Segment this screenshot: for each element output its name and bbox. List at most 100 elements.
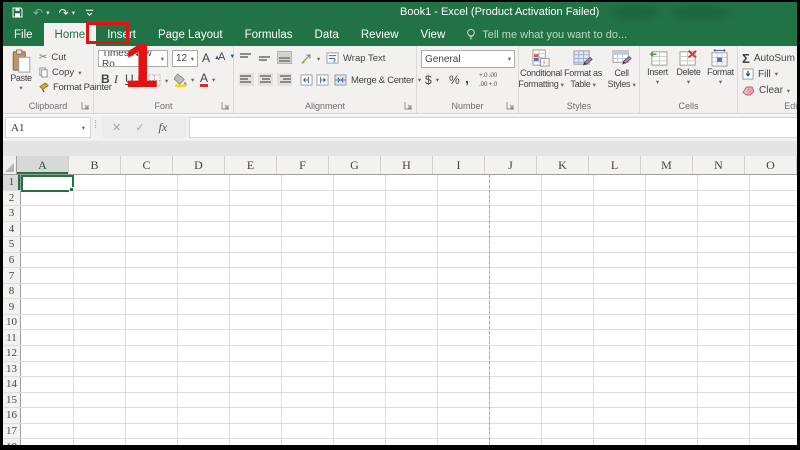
- enter-icon[interactable]: ✓: [135, 121, 144, 134]
- number-dialog-launcher-icon[interactable]: [506, 101, 515, 110]
- row-header-3[interactable]: 3: [3, 206, 21, 221]
- column-header-N[interactable]: N: [693, 156, 745, 174]
- row-header-17[interactable]: 17: [3, 424, 21, 439]
- conditional-formatting-button[interactable]: Conditional Formatting ▾: [520, 49, 562, 91]
- alignment-dialog-launcher-icon[interactable]: [404, 101, 413, 110]
- tab-view[interactable]: View: [410, 23, 457, 46]
- top-align-button[interactable]: [239, 51, 254, 64]
- column-header-O[interactable]: O: [745, 156, 797, 174]
- wrap-text-label: Wrap Text: [343, 53, 385, 64]
- row-header-1[interactable]: 1: [3, 175, 21, 190]
- tab-file[interactable]: File: [3, 23, 44, 46]
- row-header-18[interactable]: 18: [3, 439, 21, 445]
- row-header-5[interactable]: 5: [3, 237, 21, 252]
- row-header-12[interactable]: 12: [3, 346, 21, 361]
- column-header-B[interactable]: B: [69, 156, 121, 174]
- increase-decimal-button[interactable]: +.0 .00: [479, 72, 497, 79]
- row-header-10[interactable]: 10: [3, 315, 21, 330]
- column-header-J[interactable]: J: [485, 156, 537, 174]
- fill-label: Fill: [758, 69, 771, 80]
- orientation-button[interactable]: ▾: [300, 53, 320, 65]
- row-header-9[interactable]: 9: [3, 299, 21, 314]
- tab-formulas[interactable]: Formulas: [234, 23, 304, 46]
- font-dialog-launcher-icon[interactable]: [221, 101, 230, 110]
- insert-function-icon[interactable]: fx: [158, 120, 167, 135]
- copy-button[interactable]: Copy ▾: [39, 67, 81, 78]
- tell-me-box[interactable]: Tell me what you want to do...: [456, 23, 627, 46]
- clipboard-dialog-launcher-icon[interactable]: [81, 101, 90, 110]
- cut-button[interactable]: ✂ Cut: [39, 52, 66, 63]
- font-color-button[interactable]: A ▾: [200, 72, 215, 87]
- align-center-button[interactable]: [258, 73, 273, 86]
- row-header-14[interactable]: 14: [3, 377, 21, 392]
- column-header-I[interactable]: I: [433, 156, 485, 174]
- fill-color-button[interactable]: ▾: [174, 73, 194, 87]
- format-cells-button[interactable]: Format ▾: [705, 49, 736, 86]
- select-all-button[interactable]: [3, 156, 17, 174]
- column-header-E[interactable]: E: [225, 156, 277, 174]
- column-header-F[interactable]: F: [277, 156, 329, 174]
- bottom-align-button[interactable]: [277, 51, 292, 64]
- fill-button[interactable]: Fill ▾: [742, 68, 778, 80]
- merge-center-button[interactable]: Merge & Center ▾: [334, 74, 421, 86]
- tab-data[interactable]: Data: [304, 23, 350, 46]
- accounting-format-button[interactable]: $ ▾: [425, 73, 439, 87]
- cancel-icon[interactable]: ✕: [112, 121, 121, 134]
- cell-styles-button[interactable]: Cell Styles ▾: [604, 49, 639, 91]
- redo-icon[interactable]: ↷: [59, 7, 69, 19]
- comma-style-button[interactable]: ,: [465, 70, 469, 86]
- autosum-button[interactable]: Σ AutoSum: [742, 51, 795, 66]
- row-header-8[interactable]: 8: [3, 284, 21, 299]
- column-header-L[interactable]: L: [589, 156, 641, 174]
- name-box[interactable]: A1 ▾: [5, 117, 91, 138]
- tab-page-layout[interactable]: Page Layout: [147, 23, 234, 46]
- italic-button[interactable]: I: [114, 72, 118, 87]
- row-header-6[interactable]: 6: [3, 253, 21, 268]
- decrease-indent-button[interactable]: [300, 74, 313, 86]
- column-header-M[interactable]: M: [641, 156, 693, 174]
- tab-review[interactable]: Review: [350, 23, 410, 46]
- row-header-16[interactable]: 16: [3, 408, 21, 423]
- delete-cells-button[interactable]: Delete ▾: [673, 49, 704, 86]
- orientation-caret-icon: ▾: [317, 55, 320, 63]
- column-header-K[interactable]: K: [537, 156, 589, 174]
- column-header-C[interactable]: C: [121, 156, 173, 174]
- column-header-G[interactable]: G: [329, 156, 381, 174]
- percent-style-button[interactable]: %: [449, 73, 460, 87]
- row-header-4[interactable]: 4: [3, 222, 21, 237]
- column-header-D[interactable]: D: [173, 156, 225, 174]
- row-header-13[interactable]: 13: [3, 362, 21, 377]
- save-icon[interactable]: [11, 6, 24, 19]
- align-left-button[interactable]: [239, 73, 254, 86]
- row-header-7[interactable]: 7: [3, 268, 21, 283]
- row-header-2[interactable]: 2: [3, 191, 21, 206]
- format-as-table-button[interactable]: Format as Table ▾: [563, 49, 603, 91]
- undo-caret-icon[interactable]: ▾: [46, 9, 50, 17]
- number-format-select[interactable]: General ▾: [421, 50, 515, 68]
- name-box-caret-icon[interactable]: ▾: [82, 124, 85, 132]
- decrease-decimal-button[interactable]: .00 +.0: [479, 81, 497, 88]
- undo-icon[interactable]: ↶: [33, 7, 43, 19]
- row-header-11[interactable]: 11: [3, 330, 21, 345]
- increase-indent-button[interactable]: [316, 74, 329, 86]
- bold-button[interactable]: B: [101, 72, 110, 86]
- clear-button[interactable]: Clear ▾: [742, 85, 790, 96]
- wrap-text-button[interactable]: Wrap Text: [326, 52, 385, 64]
- insert-cells-button[interactable]: Insert ▾: [643, 49, 672, 86]
- row-header-15[interactable]: 15: [3, 393, 21, 408]
- redo-caret-icon[interactable]: ▾: [72, 9, 76, 17]
- clear-caret-icon: ▾: [787, 87, 790, 95]
- font-size-select[interactable]: 12 ▾: [172, 50, 198, 67]
- formula-bar-splitter[interactable]: ⁞: [94, 119, 95, 131]
- column-header-A[interactable]: A: [17, 156, 69, 174]
- column-header-H[interactable]: H: [381, 156, 433, 174]
- decrease-font-button[interactable]: A▼: [218, 51, 235, 63]
- paste-button[interactable]: Paste ▾: [6, 49, 36, 92]
- customize-qat-icon[interactable]: [84, 7, 95, 18]
- selected-cell-a1[interactable]: [21, 175, 74, 192]
- formula-input[interactable]: [189, 117, 797, 138]
- fill-handle[interactable]: [69, 187, 74, 192]
- middle-align-button[interactable]: [258, 51, 273, 64]
- align-right-button[interactable]: [277, 73, 292, 86]
- worksheet-grid[interactable]: ABCDEFGHIJKLMNO 123456789101112131415161…: [3, 156, 797, 445]
